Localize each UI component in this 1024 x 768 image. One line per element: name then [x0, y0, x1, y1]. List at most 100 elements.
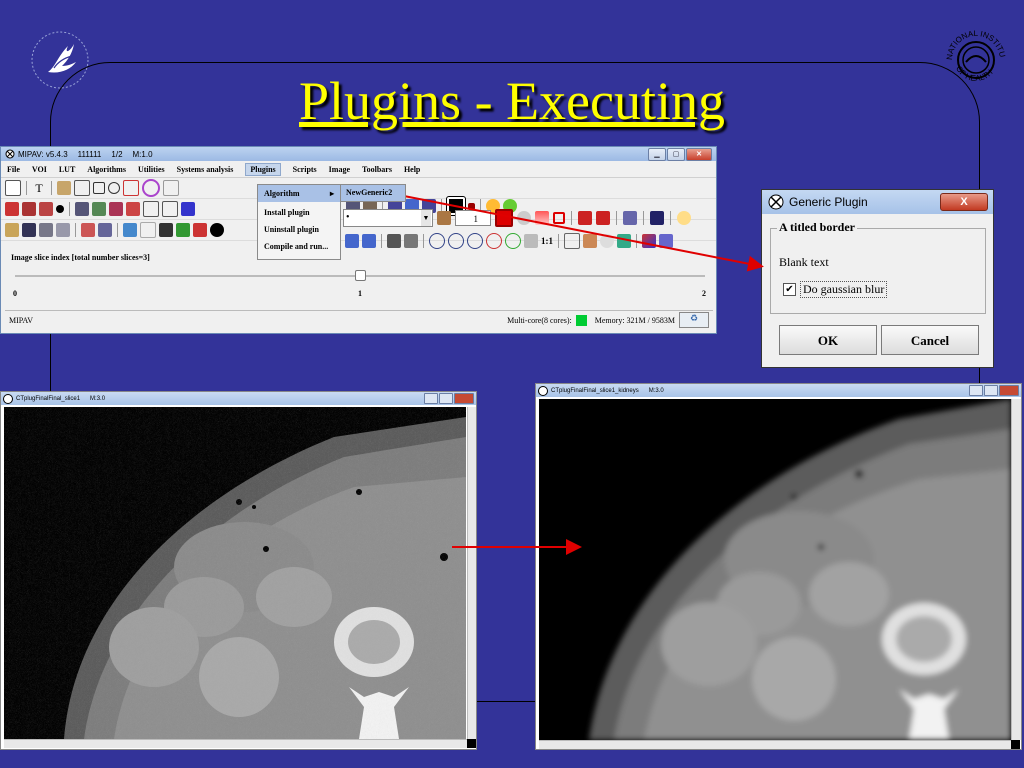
menu-plugins[interactable]: Plugins — [245, 162, 281, 176]
next-slice-icon[interactable] — [362, 234, 376, 248]
minimize-button[interactable] — [424, 393, 438, 404]
paint-icon[interactable] — [5, 202, 19, 216]
minimize-button[interactable]: ▁ — [648, 148, 666, 161]
horizontal-scrollbar[interactable] — [4, 739, 467, 748]
zoom-out-icon[interactable] — [448, 233, 464, 249]
checker-icon[interactable] — [524, 234, 538, 248]
save-icon[interactable] — [22, 223, 36, 237]
close-button[interactable] — [454, 393, 474, 404]
brush-size-icon[interactable] — [437, 211, 451, 225]
ellipse-tool-icon[interactable] — [108, 182, 120, 194]
menu-item-uninstall-plugin[interactable]: Uninstall plugin — [258, 221, 340, 238]
garbage-collect-button[interactable]: ♻ — [679, 312, 709, 328]
grid-icon[interactable] — [140, 222, 156, 238]
gaussian-blur-checkbox-row[interactable]: ✔ Do gaussian blur — [783, 281, 888, 298]
magic-wand-icon[interactable] — [387, 234, 401, 248]
pointer-icon[interactable] — [5, 180, 21, 196]
dot-icon[interactable] — [56, 205, 64, 213]
color-r-icon[interactable] — [159, 223, 173, 237]
paint-fill-icon[interactable] — [22, 202, 36, 216]
zoom-reset-icon[interactable] — [505, 233, 521, 249]
minimize-button[interactable] — [969, 385, 983, 396]
ct-image-blurred[interactable] — [539, 399, 1011, 740]
lut-icon[interactable] — [98, 223, 112, 237]
delete-paint-icon[interactable] — [578, 211, 592, 225]
brush-icon[interactable] — [75, 202, 89, 216]
histogram-icon[interactable] — [81, 223, 95, 237]
yinyang-icon[interactable] — [210, 223, 224, 237]
mipav-titlebar[interactable]: MIPAV: v5.4.3 111111 1/2 M:1.0 ▁ ▢ ✕ — [1, 147, 716, 161]
menu-voi[interactable]: VOI — [32, 165, 47, 174]
zoom-region-icon[interactable] — [467, 233, 483, 249]
dialog-titlebar[interactable]: Generic Plugin X — [762, 190, 993, 214]
menu-algorithms[interactable]: Algorithms — [87, 165, 126, 174]
maximize-button[interactable]: ▢ — [667, 148, 685, 161]
chain-icon[interactable] — [404, 234, 418, 248]
menu-file[interactable]: File — [7, 165, 20, 174]
image-window-titlebar[interactable]: CTplugFinalFinal_slice1_kidneys M:3.0 — [536, 384, 1021, 397]
menu-item-algorithm[interactable]: Algorithm ▸ — [258, 185, 340, 202]
chart-icon[interactable] — [123, 223, 137, 237]
close-button[interactable] — [999, 385, 1019, 396]
red-gradient-icon[interactable] — [535, 211, 549, 225]
line-tool-icon[interactable] — [74, 180, 90, 196]
vertical-scrollbar[interactable] — [467, 407, 476, 739]
triangle-icon[interactable] — [642, 234, 656, 248]
menu-utilities[interactable]: Utilities — [138, 165, 165, 174]
paint-combo[interactable]: • ▼ — [343, 209, 433, 227]
point-tool-icon[interactable] — [57, 181, 71, 195]
paste-icon[interactable] — [162, 201, 178, 217]
menu-scripts[interactable]: Scripts — [293, 165, 317, 174]
undo-icon[interactable] — [623, 211, 637, 225]
ok-button[interactable]: OK — [779, 325, 877, 355]
slice-slider-thumb[interactable] — [355, 270, 366, 281]
dialog-close-button[interactable]: X — [940, 193, 988, 211]
eraser-icon[interactable] — [126, 202, 140, 216]
paint-can-icon[interactable] — [583, 234, 597, 248]
opacity-spinner[interactable]: 1 — [455, 210, 491, 226]
submenu-item-newgeneric2[interactable]: NewGeneric2 — [340, 184, 406, 202]
zoom-one-to-one[interactable]: 1:1 — [541, 236, 553, 246]
paint-grow-icon[interactable] — [39, 202, 53, 216]
gray-circle-icon[interactable] — [517, 211, 531, 225]
menu-toolbars[interactable]: Toolbars — [362, 165, 392, 174]
delete-all-icon[interactable] — [596, 211, 610, 225]
zoom-fit-icon[interactable] — [486, 233, 502, 249]
print-icon[interactable] — [39, 223, 53, 237]
levelset-tool-icon[interactable] — [142, 179, 160, 197]
arrow-icon[interactable] — [181, 202, 195, 216]
bucket-icon[interactable] — [92, 202, 106, 216]
menu-image[interactable]: Image — [329, 165, 350, 174]
close-button[interactable]: ✕ — [686, 148, 712, 161]
bulb-icon[interactable] — [677, 211, 691, 225]
green-grid-icon[interactable] — [617, 234, 631, 248]
camera-icon[interactable] — [56, 223, 70, 237]
red-fill-icon[interactable] — [495, 209, 513, 227]
color-g-icon[interactable] — [176, 223, 190, 237]
maximize-button[interactable] — [984, 385, 998, 396]
horizontal-scrollbar[interactable] — [539, 740, 1011, 749]
copy-icon[interactable] — [143, 201, 159, 217]
image-window-titlebar[interactable]: CTplugFinalFinal_slice1 M:3.0 — [1, 392, 476, 405]
text-tool-icon[interactable]: T — [32, 181, 46, 195]
menu-item-install-plugin[interactable]: Install plugin — [258, 204, 340, 221]
red-square-icon[interactable] — [553, 212, 565, 224]
circle-gray-icon[interactable] — [600, 234, 614, 248]
grid-overlay-icon[interactable] — [564, 233, 580, 249]
menu-lut[interactable]: LUT — [59, 165, 75, 174]
open-icon[interactable] — [5, 223, 19, 237]
zoom-in-icon[interactable] — [429, 233, 445, 249]
polygon-tool-icon[interactable] — [123, 180, 139, 196]
flag-icon[interactable] — [659, 234, 673, 248]
maximize-button[interactable] — [439, 393, 453, 404]
commit-icon[interactable] — [650, 211, 664, 225]
vertical-scrollbar[interactable] — [1011, 399, 1021, 740]
cancel-button[interactable]: Cancel — [881, 325, 979, 355]
menu-systems-analysis[interactable]: Systems analysis — [177, 165, 234, 174]
livewire-tool-icon[interactable] — [163, 180, 179, 196]
menu-help[interactable]: Help — [404, 165, 420, 174]
previous-slice-icon[interactable] — [345, 234, 359, 248]
menu-item-compile-run[interactable]: Compile and run... — [258, 238, 340, 255]
gaussian-blur-checkbox[interactable]: ✔ — [783, 283, 796, 296]
color-b-icon[interactable] — [193, 223, 207, 237]
